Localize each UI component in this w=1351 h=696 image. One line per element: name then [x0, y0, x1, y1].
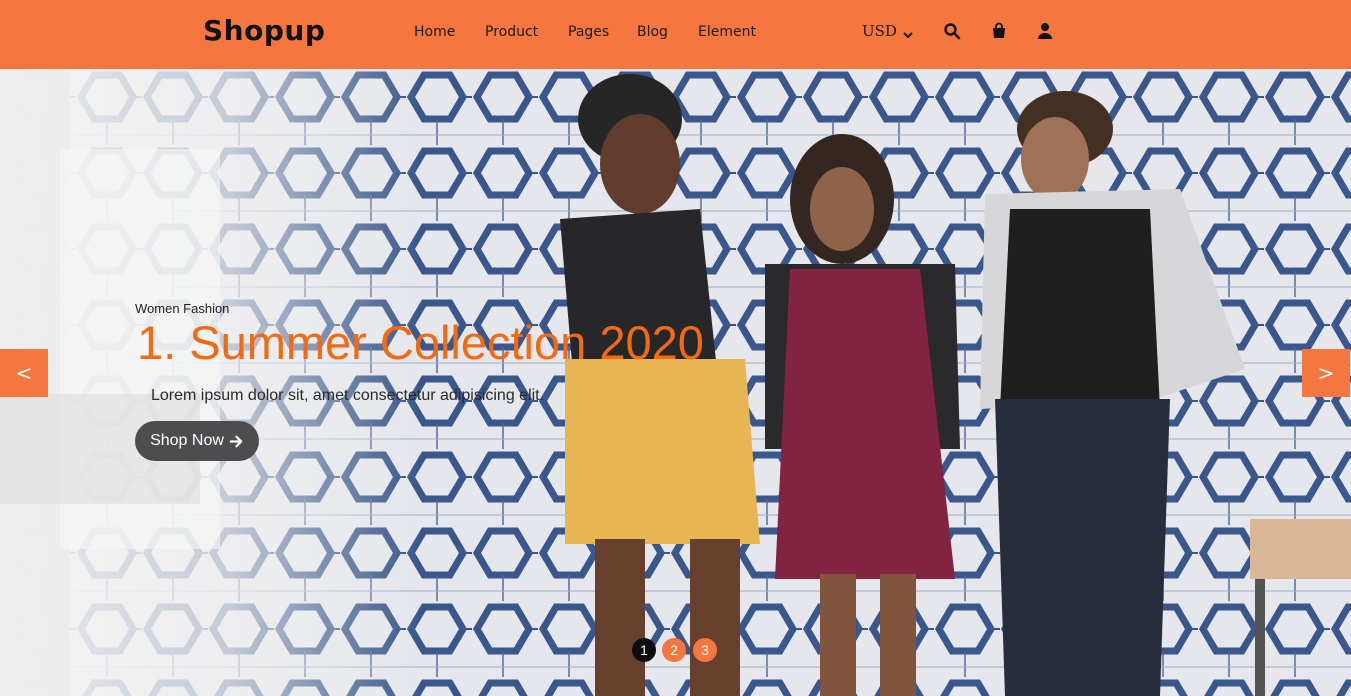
user-icon[interactable]: [1036, 22, 1054, 40]
hero-description: Lorem ipsum dolor sit, amet consectetur …: [151, 387, 545, 404]
site-header: Shopup Home Product Pages Blog Element U…: [0, 0, 1351, 69]
brand-logo[interactable]: Shopup: [203, 14, 325, 47]
nav-item-product[interactable]: Product: [485, 24, 538, 40]
slider-next-button[interactable]: >: [1302, 349, 1350, 397]
nav-item-home[interactable]: Home: [414, 24, 455, 40]
search-icon[interactable]: [943, 22, 961, 40]
currency-value: USD: [862, 22, 897, 40]
currency-select[interactable]: USD: [862, 22, 913, 40]
nav-item-pages[interactable]: Pages: [568, 24, 609, 40]
slide-dot-2[interactable]: 2: [662, 638, 686, 662]
hero-eyebrow: Women Fashion: [135, 301, 230, 316]
slide-dot-1[interactable]: 1: [632, 638, 656, 662]
chevron-down-icon: [903, 26, 913, 39]
hero-slider: Women Fashion 1. Summer Collection 2020 …: [0, 69, 1351, 696]
hero-headline: 1. Summer Collection 2020: [137, 316, 704, 369]
shop-now-label: Shop Now: [150, 432, 224, 449]
nav-item-blog[interactable]: Blog: [637, 24, 668, 40]
shopping-bag-icon[interactable]: [990, 22, 1008, 40]
slide-dot-3[interactable]: 3: [693, 638, 717, 662]
hero-background-image: [0, 69, 1351, 696]
nav-item-element[interactable]: Element: [698, 24, 756, 40]
shop-now-button[interactable]: Shop Now: [135, 421, 259, 461]
slider-prev-button[interactable]: <: [0, 349, 48, 397]
arrow-right-icon: [229, 434, 244, 449]
